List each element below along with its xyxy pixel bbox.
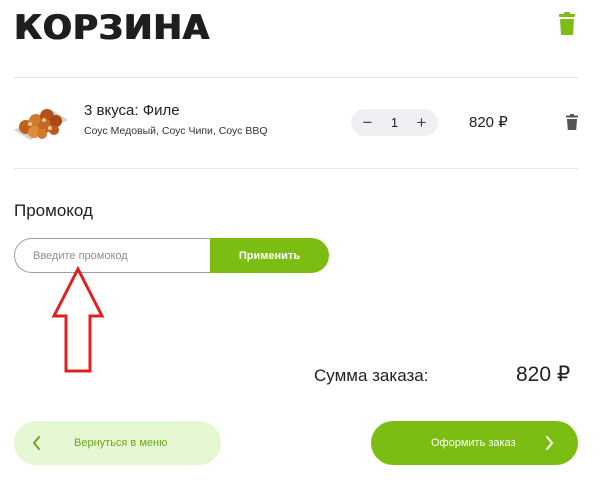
back-to-menu-label: Вернуться в меню (74, 437, 168, 449)
page-title: КОРЗИНА (14, 8, 210, 48)
back-to-menu-button[interactable]: Вернуться в меню (14, 421, 221, 465)
order-total-value: 820 ₽ (516, 363, 571, 386)
quantity-stepper: − 1 + (351, 109, 438, 136)
checkout-label: Оформить заказ (431, 437, 516, 449)
chevron-left-icon (33, 436, 40, 450)
remove-item-button[interactable] (565, 114, 579, 130)
clear-cart-button[interactable] (556, 12, 578, 36)
quantity-decrease-button[interactable]: − (353, 109, 382, 136)
order-total-label: Сумма заказа: (314, 366, 429, 385)
promo-heading: Промокод (14, 201, 93, 220)
quantity-increase-button[interactable]: + (407, 109, 436, 136)
quantity-value: 1 (390, 115, 399, 130)
trash-icon (559, 12, 575, 35)
chevron-right-icon (546, 436, 553, 450)
trash-icon (566, 114, 578, 130)
checkout-button[interactable]: Оформить заказ (371, 421, 578, 465)
item-price: 820 ₽ (469, 114, 508, 131)
divider-top (14, 77, 578, 78)
promo-code-input[interactable] (14, 238, 220, 273)
apply-promo-button[interactable]: Применить (210, 238, 329, 273)
product-sauces: Соус Медовый, Соус Чипи, Соус BBQ (84, 125, 268, 137)
annotation-arrow-icon (52, 266, 104, 373)
product-name: 3 вкуса: Филе (84, 102, 180, 119)
divider-bottom (14, 168, 578, 169)
product-image (14, 109, 68, 140)
